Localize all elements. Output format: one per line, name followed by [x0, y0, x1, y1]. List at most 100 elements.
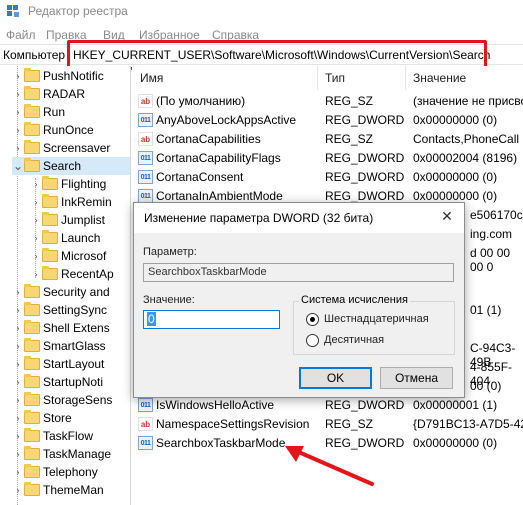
tree-item[interactable]: › Security and	[12, 283, 130, 301]
tree-item[interactable]: › Flighting	[30, 175, 130, 193]
chevron-right-icon[interactable]: ›	[30, 211, 42, 229]
tree-item[interactable]: › RADAR	[12, 85, 130, 103]
chevron-right-icon[interactable]: ›	[30, 193, 42, 211]
address-root: Компьютер	[3, 48, 66, 62]
value-input[interactable]: 0	[143, 310, 280, 329]
folder-icon	[24, 338, 40, 352]
chevron-right-icon[interactable]: ›	[12, 355, 24, 373]
chevron-right-icon[interactable]: ›	[12, 445, 24, 463]
row-data-peek: e506170cba	[470, 208, 523, 222]
tree-item[interactable]: › PushNotific	[12, 67, 130, 85]
tree-item[interactable]: › Screensaver	[12, 139, 130, 157]
tree-item-label: StorageSens	[43, 393, 113, 407]
tree-item-label: TaskFlow	[43, 429, 94, 443]
row-data-peek: d 00 00 00 0	[470, 246, 511, 274]
row-data: 0x00002004 (8196)	[413, 151, 518, 165]
chevron-right-icon[interactable]: ›	[12, 463, 24, 481]
radio-hex[interactable]	[306, 313, 319, 326]
folder-icon	[24, 374, 40, 388]
tree-item[interactable]: › StartLayout	[12, 355, 130, 373]
chevron-right-icon[interactable]: ›	[12, 337, 24, 355]
arrow-annotation-icon	[285, 446, 374, 486]
menu-help[interactable]: Справка	[212, 28, 259, 42]
base-caption: Система исчисления	[299, 294, 410, 306]
chevron-right-icon[interactable]: ›	[12, 373, 24, 391]
column-type[interactable]: Тип	[318, 66, 406, 90]
tree-item[interactable]: › ThemeMan	[12, 481, 130, 499]
chevron-right-icon[interactable]: ›	[30, 265, 42, 283]
dialog-title: Изменение параметра DWORD (32 бита)	[144, 211, 374, 225]
menu-edit[interactable]: Правка	[46, 28, 87, 42]
chevron-right-icon[interactable]: ›	[12, 301, 24, 319]
menu-view[interactable]: Вид	[103, 28, 125, 42]
tree-item[interactable]: › RecentAp	[30, 265, 130, 283]
list-row[interactable]: ab (По умолчанию) REG_SZ (значение не присв…	[132, 92, 523, 111]
tree-item[interactable]: › Jumplist	[30, 211, 130, 229]
folder-icon	[42, 194, 58, 208]
menu-file[interactable]: Файл	[6, 28, 36, 42]
chevron-right-icon[interactable]: ›	[12, 409, 24, 427]
chevron-right-icon[interactable]: ›	[12, 85, 24, 103]
chevron-right-icon[interactable]: ›	[30, 247, 42, 265]
tree-item-label: Screensaver	[43, 141, 111, 155]
close-icon[interactable]: ✕	[434, 205, 460, 227]
tree-item[interactable]: › Launch	[30, 229, 130, 247]
binary-value-icon: 011	[138, 398, 153, 412]
tree-item[interactable]: › StartupNoti	[12, 373, 130, 391]
folder-icon	[24, 464, 40, 478]
tree-item[interactable]: › Telephony	[12, 463, 130, 481]
row-data: {D791BC13-A7D5-422	[413, 417, 523, 431]
folder-icon	[24, 140, 40, 154]
list-row[interactable]: 011 CortanaConsent REG_DWORD 0x00000000 (0)	[132, 168, 523, 187]
ok-button[interactable]: OK	[299, 367, 372, 389]
radio-hex-label[interactable]: Шестнадцатеричная	[324, 313, 429, 325]
address-path[interactable]: HKEY_CURRENT_USER\Software\Microsoft\Win…	[73, 48, 490, 62]
chevron-right-icon[interactable]: ›	[12, 391, 24, 409]
list-row[interactable]: ab NamespaceSettingsRevision REG_SZ {D791BC…	[132, 415, 523, 434]
tree-item[interactable]: › Microsof	[30, 247, 130, 265]
binary-value-icon: 011	[138, 436, 153, 450]
tree-item-label: Store	[43, 411, 72, 425]
list-row[interactable]: 011 CortanaCapabilityFlags REG_DWORD 0x0000…	[132, 149, 523, 168]
chevron-down-icon[interactable]: ⌄	[12, 157, 24, 175]
tree-item[interactable]: › Store	[12, 409, 130, 427]
tree-item[interactable]: › SettingSync	[12, 301, 130, 319]
tree-item-label: Security and	[43, 285, 110, 299]
list-row[interactable]: 011 IsWindowsHelloActive REG_DWORD 0x000000…	[132, 396, 523, 415]
list-row[interactable]: ab CortanaCapabilities REG_SZ Contacts,Phon…	[132, 130, 523, 149]
tree-item[interactable]: › TaskManage	[12, 445, 130, 463]
row-name: IsWindowsHelloActive	[156, 398, 275, 412]
folder-icon	[24, 302, 40, 316]
menu-favorites[interactable]: Избранное	[139, 28, 200, 42]
chevron-right-icon[interactable]: ›	[12, 427, 24, 445]
chevron-right-icon[interactable]: ›	[12, 67, 24, 85]
chevron-right-icon[interactable]: ›	[12, 121, 24, 139]
chevron-right-icon[interactable]: ›	[12, 283, 24, 301]
chevron-right-icon[interactable]: ›	[12, 319, 24, 337]
column-data[interactable]: Значение	[406, 66, 523, 90]
chevron-right-icon[interactable]: ›	[12, 103, 24, 121]
tree-item[interactable]: › Shell Extens	[12, 319, 130, 337]
tree-item[interactable]: › InkRemin	[30, 193, 130, 211]
radio-dec[interactable]	[306, 334, 319, 347]
tree-item-label: StartupNoti	[43, 375, 104, 389]
address-bar[interactable]: Компьютер HKEY_CURRENT_USER\Software\Mic…	[0, 44, 523, 65]
chevron-right-icon[interactable]: ›	[12, 139, 24, 157]
folder-icon	[24, 320, 40, 334]
row-name: NamespaceSettingsRevision	[156, 417, 310, 431]
chevron-right-icon[interactable]: ›	[30, 175, 42, 193]
radio-dec-label[interactable]: Десятичная	[324, 334, 384, 346]
tree-item[interactable]: › SmartGlass	[12, 337, 130, 355]
list-row[interactable]: 011 AnyAboveLockAppsActive REG_DWORD 0x0000…	[132, 111, 523, 130]
tree-item[interactable]: › RunOnce	[12, 121, 130, 139]
tree-item[interactable]: ⌄ Search	[12, 157, 130, 175]
column-name[interactable]: Имя	[132, 66, 318, 90]
tree-item-label: PushNotific	[43, 69, 104, 83]
chevron-right-icon[interactable]: ›	[30, 229, 42, 247]
registry-tree[interactable]: › PushNotific › RADAR › Run › RunOnce › Screensav…	[0, 66, 131, 505]
cancel-button[interactable]: Отмена	[380, 367, 453, 389]
tree-item[interactable]: › Run	[12, 103, 130, 121]
tree-item[interactable]: › TaskFlow	[12, 427, 130, 445]
chevron-right-icon[interactable]: ›	[12, 481, 24, 499]
tree-item[interactable]: › StorageSens	[12, 391, 130, 409]
